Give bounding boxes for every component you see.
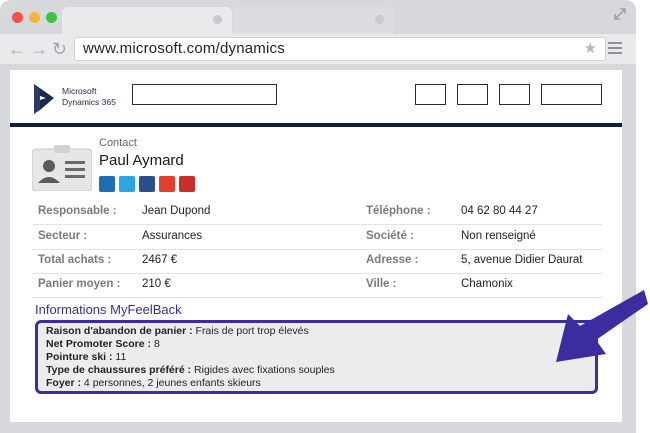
secteur-value: Assurances	[142, 230, 203, 242]
crm-page: Microsoft Dynamics 365 Contact Paul Ayma…	[10, 70, 622, 422]
telephone-value: 04 62 80 44 27	[461, 205, 538, 217]
tab-active[interactable]	[62, 7, 232, 34]
mfb-item: Raison d'abandon de panier : Frais de po…	[46, 325, 309, 337]
total-achats-value: 2467 €	[142, 254, 178, 266]
tab-inactive[interactable]	[234, 7, 394, 34]
tab-close-icon[interactable]	[375, 15, 384, 24]
total-achats-label: Total achats :	[38, 254, 112, 266]
header-button-2[interactable]	[457, 84, 488, 105]
forward-arrow-icon[interactable]: →	[30, 39, 48, 59]
youtube-icon[interactable]	[179, 176, 195, 192]
pointer-arrow-icon	[556, 290, 648, 362]
logo-line-1: Microsoft	[62, 86, 97, 96]
logo-line-2: Dynamics 365	[62, 97, 116, 107]
ville-label: Ville :	[366, 278, 397, 290]
mfb-item: Type de chaussures préféré : Rigides ave…	[46, 364, 335, 376]
mfb-item: Pointure ski : 11	[46, 351, 127, 363]
address-bar[interactable]: www.microsoft.com/dynamics ★	[74, 37, 606, 61]
ville-value: Chamonix	[461, 278, 513, 290]
info-row-4: Panier moyen : 210 € Ville : Chamonix	[32, 273, 602, 298]
adresse-label: Adresse :	[366, 254, 419, 266]
header-search-input[interactable]	[132, 84, 277, 105]
header-button-1[interactable]	[415, 84, 446, 105]
twitter-icon[interactable]	[119, 176, 135, 192]
header-button-4[interactable]	[541, 84, 602, 105]
address-url: www.microsoft.com/dynamics	[83, 40, 285, 57]
myfeelback-panel: Raison d'abandon de panier : Frais de po…	[35, 320, 598, 394]
responsable-value: Jean Dupond	[142, 205, 211, 217]
tab-strip	[0, 0, 636, 34]
tab-close-icon[interactable]	[213, 15, 222, 24]
menu-icon[interactable]	[608, 42, 622, 57]
close-window-button[interactable]	[12, 12, 23, 23]
secteur-label: Secteur :	[38, 230, 88, 242]
responsable-label: Responsable :	[38, 205, 117, 217]
societe-label: Société :	[366, 230, 414, 242]
bookmark-star-icon[interactable]: ★	[584, 39, 597, 57]
info-row-1: Responsable : Jean Dupond Téléphone : 04…	[32, 200, 602, 225]
logo-text: Microsoft Dynamics 365	[62, 86, 116, 108]
contact-name: Paul Aymard	[99, 152, 184, 169]
back-arrow-icon[interactable]: ←	[8, 39, 26, 59]
reload-icon[interactable]: ↻	[52, 39, 67, 59]
klout-icon[interactable]	[159, 176, 175, 192]
dynamics-logo-icon	[34, 84, 54, 114]
linkedin-icon[interactable]	[99, 176, 115, 192]
minimize-window-button[interactable]	[29, 12, 40, 23]
fullscreen-icon[interactable]	[612, 6, 628, 22]
header-rule	[10, 123, 622, 127]
header-button-3[interactable]	[499, 84, 530, 105]
panier-moyen-label: Panier moyen :	[38, 278, 121, 290]
info-row-3: Total achats : 2467 € Adresse : 5, avenu…	[32, 249, 602, 274]
maximize-window-button[interactable]	[46, 12, 57, 23]
browser-toolbar: ← → ↻ www.microsoft.com/dynamics ★	[0, 34, 636, 64]
mfb-item: Net Promoter Score : 8	[46, 338, 160, 350]
info-row-2: Secteur : Assurances Société : Non rense…	[32, 225, 602, 250]
facebook-icon[interactable]	[139, 176, 155, 192]
panier-moyen-value: 210 €	[142, 278, 171, 290]
adresse-value: 5, avenue Didier Daurat	[461, 254, 583, 266]
contact-card-icon	[32, 145, 92, 191]
mfb-item: Foyer : 4 personnes, 2 jeunes enfants sk…	[46, 377, 261, 389]
telephone-label: Téléphone :	[366, 205, 431, 217]
societe-value: Non renseigné	[461, 230, 536, 242]
myfeelback-title: Informations MyFeelBack	[35, 302, 182, 317]
contact-label: Contact	[99, 137, 137, 149]
